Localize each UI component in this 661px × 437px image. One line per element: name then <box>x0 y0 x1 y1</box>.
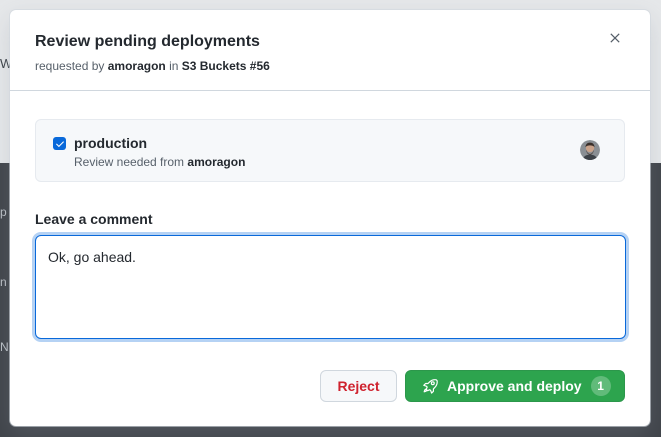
environment-name: production <box>74 135 148 151</box>
reject-label: Reject <box>337 378 380 394</box>
dialog-header: Review pending deployments requested by … <box>10 10 650 91</box>
environment-checkbox[interactable] <box>53 137 66 150</box>
comment-textarea[interactable]: Ok, go ahead. <box>35 235 626 339</box>
review-deployments-dialog: Review pending deployments requested by … <box>10 10 650 426</box>
dialog-subtitle: requested by amoragon in S3 Buckets #56 <box>35 58 625 74</box>
dialog-body: production Review needed from amoragon L… <box>10 91 650 339</box>
subtitle-prefix: requested by <box>35 59 108 73</box>
subtitle-middle: in <box>165 59 182 73</box>
reviewer-name: amoragon <box>187 155 246 169</box>
dialog-actions: Reject Approve and deploy 1 <box>320 370 625 402</box>
avatar[interactable] <box>580 140 600 160</box>
avatar-image <box>580 140 600 160</box>
check-icon <box>55 140 64 147</box>
close-icon <box>610 33 620 43</box>
environment-item: production Review needed from amoragon <box>35 119 625 182</box>
approve-and-deploy-button[interactable]: Approve and deploy 1 <box>405 370 625 402</box>
close-button[interactable] <box>604 27 626 49</box>
reject-button[interactable]: Reject <box>320 370 397 402</box>
approve-count-badge: 1 <box>590 376 611 396</box>
approve-label: Approve and deploy <box>447 378 582 394</box>
rocket-icon <box>422 378 438 394</box>
requester-name: amoragon <box>107 59 166 73</box>
review-prefix: Review needed from <box>74 155 188 169</box>
dialog-title: Review pending deployments <box>35 33 260 50</box>
workflow-run-link[interactable]: S3 Buckets #56 <box>182 59 270 73</box>
comment-label: Leave a comment <box>35 211 153 227</box>
environment-review-text: Review needed from amoragon <box>74 154 245 170</box>
